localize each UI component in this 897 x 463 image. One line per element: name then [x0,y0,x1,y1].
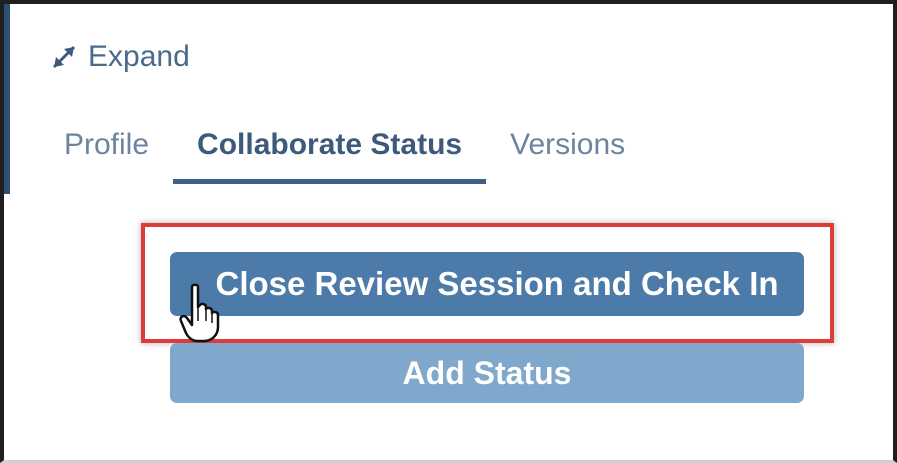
expand-button[interactable]: Expand [50,40,190,74]
tab-bar: Profile Collaborate Status Versions [64,120,673,184]
expand-arrows-icon [50,43,78,71]
expand-label: Expand [88,40,190,73]
tab-profile[interactable]: Profile [64,120,149,184]
left-accent-bar [4,4,10,194]
hand-pointer-icon [178,283,228,343]
add-status-button[interactable]: Add Status [170,343,804,403]
tab-versions[interactable]: Versions [510,120,625,184]
tab-collaborate-status[interactable]: Collaborate Status [173,120,487,184]
close-review-session-button[interactable]: Close Review Session and Check In [170,252,804,316]
